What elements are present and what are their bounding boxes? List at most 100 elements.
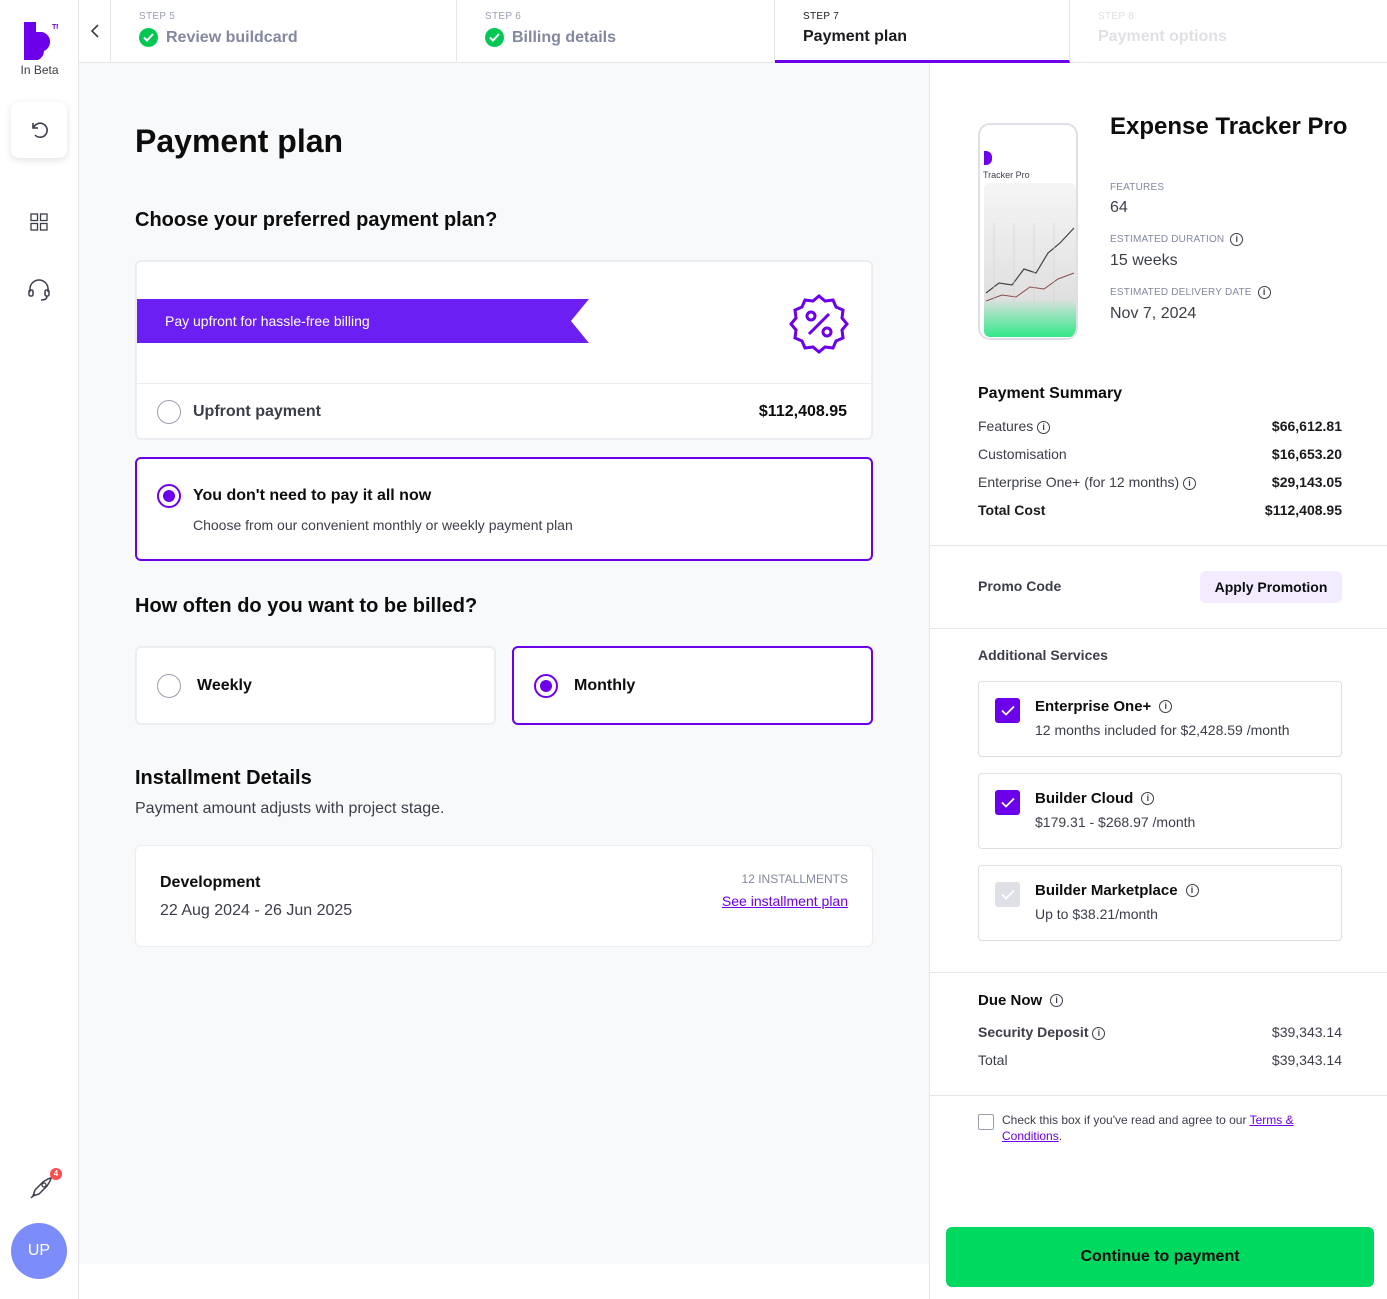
installment-title: You don't need to pay it all now — [193, 487, 432, 504]
payment-summary-title: Payment Summary — [978, 385, 1123, 402]
step-progress-bar: STEP 5 Review buildcard STEP 6 Billing d… — [79, 0, 1387, 63]
checkmark-icon — [1000, 889, 1015, 900]
plan-question: Choose your preferred payment plan? — [135, 209, 498, 231]
step-number: STEP 6 — [485, 11, 522, 22]
service-builder-cloud[interactable]: Builder Cloud i $179.31 - $268.97 /month — [978, 773, 1342, 849]
cloud-checkbox[interactable] — [995, 790, 1020, 815]
service-enterprise-one[interactable]: Enterprise One+ i 12 months included for … — [978, 681, 1342, 757]
info-icon[interactable]: i — [1183, 476, 1197, 490]
summary-row-features: Features i $66,612.81 — [978, 418, 1342, 434]
service-price: Up to $38.21/month — [1035, 906, 1158, 922]
monthly-radio[interactable] — [534, 674, 558, 698]
check-circle-icon — [139, 28, 158, 47]
summary-amount: $29,143.05 — [1271, 474, 1342, 490]
billing-question: How often do you want to be billed? — [135, 595, 478, 617]
info-icon[interactable]: i — [1050, 994, 1064, 1007]
step-number: STEP 7 — [803, 11, 840, 22]
phone-caption: Tracker Pro — [983, 170, 1030, 180]
divider — [930, 972, 1387, 973]
app-logo-icon — [984, 151, 992, 165]
step-number: STEP 8 — [1098, 11, 1135, 22]
due-row-deposit: Security Deposit i $39,343.14 — [978, 1024, 1342, 1040]
main-footer-strip — [79, 1264, 929, 1299]
installment-radio[interactable] — [157, 484, 181, 508]
info-icon[interactable]: i — [1230, 233, 1244, 246]
step-billing-details[interactable]: STEP 6 Billing details — [457, 0, 775, 62]
page-title: Payment plan — [135, 123, 344, 159]
installment-details-title: Installment Details — [135, 767, 312, 789]
info-icon[interactable]: i — [1141, 792, 1155, 805]
step-payment-plan[interactable]: STEP 7 Payment plan — [775, 0, 1070, 63]
due-total-label: Total — [978, 1052, 1008, 1068]
chevron-left-icon — [90, 24, 99, 38]
delivery-value: Nov 7, 2024 — [1110, 305, 1197, 322]
enterprise-checkbox[interactable] — [995, 698, 1020, 723]
billing-option-weekly[interactable]: Weekly — [135, 646, 496, 725]
apply-promotion-button[interactable]: Apply Promotion — [1200, 571, 1342, 603]
step-payment-options: STEP 8 Payment options — [1070, 0, 1387, 62]
monthly-label: Monthly — [574, 677, 636, 694]
upfront-radio[interactable] — [157, 400, 181, 424]
duration-label: ESTIMATED DURATION — [1110, 234, 1225, 245]
terms-checkbox[interactable] — [978, 1114, 994, 1130]
step-label: Payment options — [1098, 28, 1227, 45]
rocket-icon[interactable] — [25, 1174, 55, 1204]
upfront-payment-card[interactable]: Pay upfront for hassle-free billing Upfr… — [135, 260, 873, 440]
dashboard-icon[interactable] — [25, 208, 53, 236]
step-label: Payment plan — [803, 28, 908, 45]
service-price: 12 months included for $2,428.59 /month — [1035, 722, 1290, 738]
installments-count: 12 INSTALLMENTS — [741, 872, 848, 886]
service-name: Builder Cloud — [1035, 790, 1134, 807]
additional-services-title: Additional Services — [978, 647, 1108, 663]
headset-support-icon[interactable] — [25, 276, 53, 304]
service-builder-marketplace[interactable]: Builder Marketplace i Up to $38.21/month — [978, 865, 1342, 941]
step-label: Billing details — [512, 28, 617, 46]
summary-label: Total Cost — [978, 502, 1046, 518]
summary-row-total: Total Cost $112,408.95 — [978, 502, 1342, 518]
undo-button[interactable] — [11, 102, 67, 158]
info-icon[interactable]: i — [1037, 420, 1051, 434]
summary-amount: $112,408.95 — [1264, 502, 1342, 518]
summary-amount: $16,653.20 — [1271, 446, 1342, 462]
divider — [930, 1095, 1387, 1096]
left-rail: TM In Beta 4 UP — [0, 0, 79, 1299]
step-number: STEP 5 — [139, 11, 176, 22]
checkmark-icon — [1000, 797, 1015, 808]
installment-details-subtitle: Payment amount adjusts with project stag… — [135, 800, 445, 817]
builder-logo-icon[interactable]: TM — [22, 20, 58, 62]
continue-to-payment-button[interactable]: Continue to payment — [946, 1227, 1374, 1287]
step-review-buildcard[interactable]: STEP 5 Review buildcard — [111, 0, 457, 62]
divider — [930, 628, 1387, 629]
undo-icon — [32, 122, 48, 139]
billing-option-monthly[interactable]: Monthly — [512, 646, 873, 725]
summary-label: Features — [978, 418, 1034, 434]
checkmark-icon — [1000, 705, 1015, 716]
stage-name: Development — [160, 874, 261, 891]
duration-value: 15 weeks — [1110, 252, 1178, 269]
user-avatar[interactable]: UP — [11, 1223, 67, 1279]
back-button[interactable] — [79, 0, 111, 62]
service-name: Enterprise One+ — [1035, 698, 1152, 715]
features-value: 64 — [1110, 199, 1128, 216]
summary-row-enterprise: Enterprise One+ (for 12 months) i $29,14… — [978, 474, 1342, 490]
weekly-radio[interactable] — [157, 674, 181, 698]
info-icon[interactable]: i — [1159, 700, 1173, 713]
info-icon[interactable]: i — [1092, 1026, 1106, 1040]
due-total-amount: $39,343.14 — [1271, 1052, 1342, 1068]
service-price: $179.31 - $268.97 /month — [1035, 814, 1196, 830]
discount-badge-icon — [789, 294, 849, 354]
app-preview-phone: Tracker Pro — [978, 123, 1078, 340]
info-icon[interactable]: i — [1257, 286, 1271, 299]
divider — [137, 383, 871, 384]
deposit-label: Security Deposit — [978, 1024, 1089, 1040]
info-icon[interactable]: i — [1185, 884, 1199, 897]
installment-plan-card[interactable]: You don't need to pay it all now Choose … — [135, 457, 873, 561]
deposit-amount: $39,343.14 — [1271, 1024, 1342, 1040]
app-name: Expense Tracker Pro — [1110, 113, 1348, 140]
beta-label: In Beta — [20, 63, 59, 77]
terms-text: Check this box if you've read and agree … — [1002, 1113, 1294, 1143]
upfront-label: Upfront payment — [193, 403, 321, 420]
see-installment-plan-link[interactable]: See installment plan — [722, 893, 848, 909]
promo-code-label: Promo Code — [978, 578, 1062, 594]
features-label: FEATURES — [1110, 182, 1165, 193]
